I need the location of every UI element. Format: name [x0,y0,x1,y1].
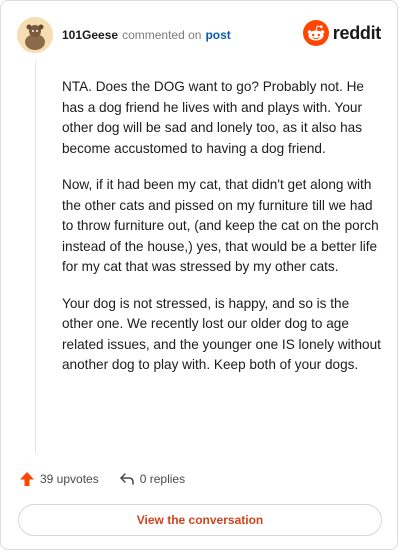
comment-body: NTA. Does the DOG want to go? Probably n… [62,77,382,392]
reply-button[interactable]: 0 replies [119,471,185,487]
upvote-count: 39 upvotes [40,472,99,486]
avatar[interactable] [17,17,53,53]
comment-meta: 101Geese commented on post [62,28,231,42]
view-conversation-button[interactable]: View the conversation [18,504,382,536]
comment-actions: 39 upvotes 0 replies [19,471,185,487]
reddit-snoo-icon [302,20,329,46]
username[interactable]: 101Geese [62,28,118,42]
commented-on-text: commented on [122,28,202,42]
avatar-image [17,17,53,53]
upvote-arrow-icon [20,472,34,486]
post-link[interactable]: post [205,28,230,42]
comment-paragraph: Now, if it had been my cat, that didn't … [62,177,379,274]
comment-paragraph: NTA. Does the DOG want to go? Probably n… [62,79,364,156]
reply-count: 0 replies [139,472,186,486]
upvote-button[interactable]: 39 upvotes [19,471,99,487]
comment-paragraph: Your dog is not stressed, is happy, and … [62,295,381,373]
reply-arrow-icon [119,473,134,485]
comment-card: 101Geese commented on post reddit NTA. D… [0,0,398,550]
thread-line [35,61,36,454]
reddit-wordmark: reddit [332,22,382,43]
reddit-logo[interactable]: reddit [302,20,382,46]
comment-header: 101Geese commented on post reddit [17,17,381,53]
